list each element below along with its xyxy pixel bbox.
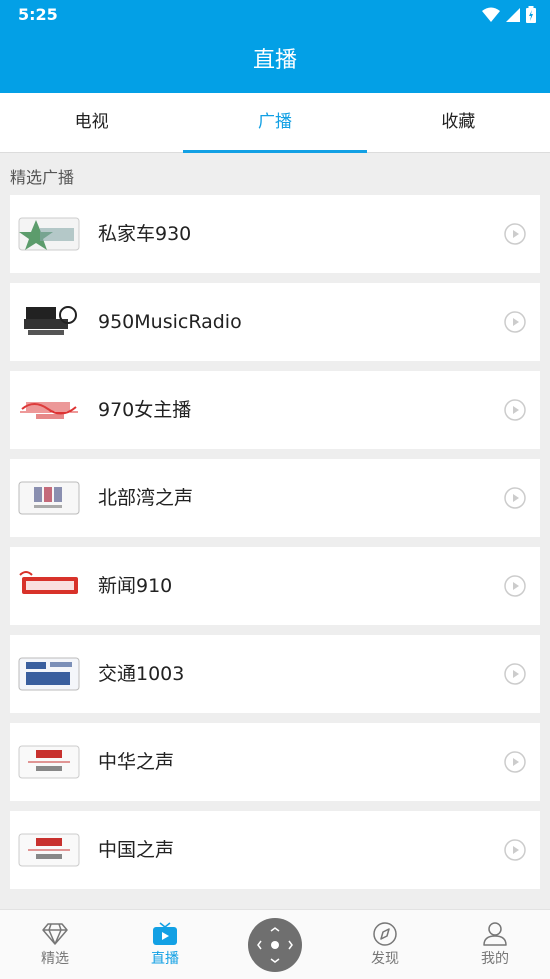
station-name: 私家车930 <box>98 223 192 245</box>
play-icon[interactable] <box>504 839 526 861</box>
station-logo <box>18 217 80 251</box>
list-item[interactable]: 中华之声 <box>10 723 540 801</box>
list-item[interactable]: 新闻910 <box>10 547 540 625</box>
list-item[interactable]: 交通1003 <box>10 635 540 713</box>
list-item[interactable]: 970女主播 <box>10 371 540 449</box>
tab-favorites[interactable]: 收藏 <box>367 93 550 152</box>
station-name: 中华之声 <box>98 751 175 773</box>
page-title: 直播 <box>0 29 550 93</box>
nav-label: 发现 <box>371 951 399 967</box>
play-icon[interactable] <box>504 751 526 773</box>
play-icon[interactable] <box>504 487 526 509</box>
status-bar: 5:25 <box>0 0 550 29</box>
compass-icon <box>373 922 397 946</box>
station-logo <box>24 306 77 335</box>
battery-icon <box>526 6 536 23</box>
station-logo <box>20 402 78 419</box>
station-logo <box>18 833 80 867</box>
nav-discover[interactable]: 发现 <box>330 910 440 979</box>
station-name: 中国之声 <box>98 839 175 861</box>
list-item[interactable]: 私家车930 <box>10 195 540 273</box>
station-name: 交通1003 <box>98 663 185 685</box>
list-item[interactable]: 950MusicRadio <box>10 283 540 361</box>
nav-mine[interactable]: 我的 <box>440 910 550 979</box>
diamond-icon <box>42 923 68 945</box>
station-logo <box>18 657 80 691</box>
station-logo <box>18 745 80 779</box>
station-logo <box>18 481 80 515</box>
nav-live[interactable]: 直播 <box>110 910 220 979</box>
wifi-icon <box>482 7 500 22</box>
tab-bar: 电视 广播 收藏 <box>0 93 550 153</box>
list-item[interactable]: 中国之声 <box>10 811 540 889</box>
list-item[interactable]: 北部湾之声 <box>10 459 540 537</box>
user-icon <box>483 922 507 946</box>
play-icon[interactable] <box>504 663 526 685</box>
nav-label: 我的 <box>481 951 509 967</box>
station-list: 私家车930 950MusicRadio 970女主播 北部湾之声 新闻910 … <box>10 195 540 899</box>
play-icon[interactable] <box>504 311 526 333</box>
nav-label: 精选 <box>41 951 69 967</box>
nav-label: 直播 <box>151 951 179 967</box>
station-name: 新闻910 <box>98 575 173 597</box>
floating-control-button[interactable] <box>248 918 302 972</box>
tab-tv[interactable]: 电视 <box>0 93 183 152</box>
station-name: 北部湾之声 <box>98 487 194 509</box>
nav-featured[interactable]: 精选 <box>0 910 110 979</box>
tv-icon <box>153 922 177 945</box>
play-icon[interactable] <box>504 399 526 421</box>
play-icon[interactable] <box>504 575 526 597</box>
station-name: 970女主播 <box>98 399 192 421</box>
station-name: 950MusicRadio <box>98 311 242 333</box>
signal-icon <box>506 7 520 22</box>
status-time: 5:25 <box>18 5 58 24</box>
play-icon[interactable] <box>504 223 526 245</box>
station-logo <box>19 571 78 594</box>
section-title: 精选广播 <box>10 168 75 187</box>
dpad-icon <box>257 927 293 963</box>
tab-radio[interactable]: 广播 <box>183 93 367 153</box>
